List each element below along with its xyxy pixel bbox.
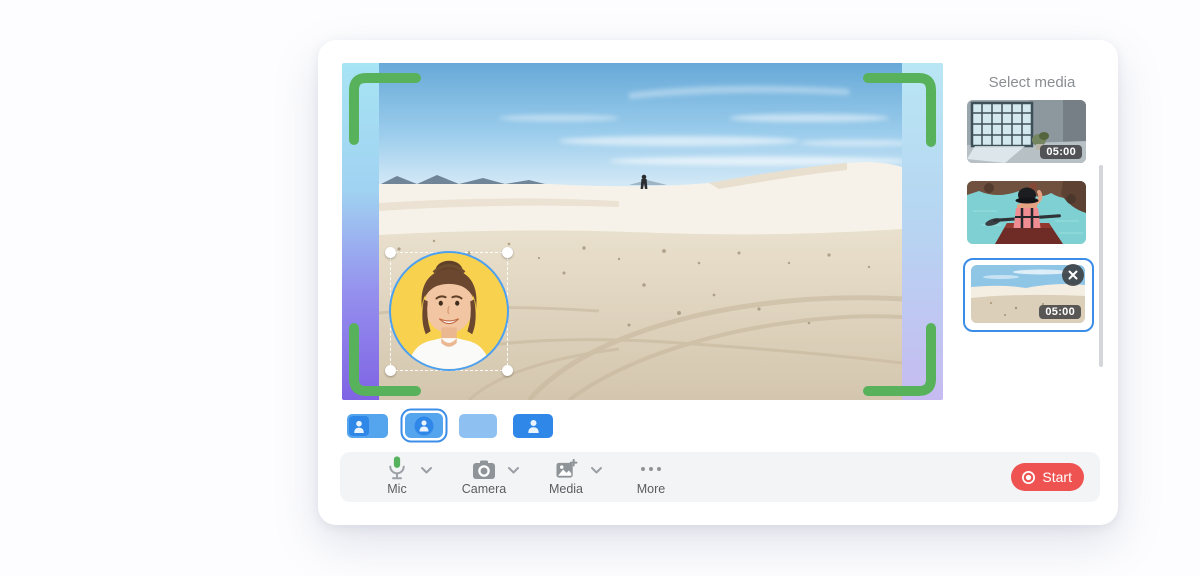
media-thumbnail-kayak[interactable] (967, 181, 1086, 244)
close-icon (1068, 270, 1078, 280)
media-panel-title: Select media (952, 74, 1112, 91)
layout-camera-corner-circle[interactable] (405, 413, 443, 438)
mic-label: Mic (387, 482, 406, 496)
media-dropdown-chevron-icon[interactable] (588, 463, 604, 477)
add-media-icon (555, 458, 578, 480)
layout-screen-only[interactable] (459, 414, 497, 438)
duration-badge: 05:00 (1039, 305, 1081, 319)
sidebar-scrollbar[interactable] (1099, 165, 1103, 367)
resize-handle-bottom-right[interactable] (502, 365, 513, 376)
gradient-backdrop-right (902, 63, 943, 400)
preview-canvas (342, 63, 943, 400)
microphone-icon (386, 458, 408, 480)
layout-camera-corner-square[interactable] (347, 414, 388, 438)
resize-handle-top-left[interactable] (385, 247, 396, 258)
resize-handle-top-right[interactable] (502, 247, 513, 258)
recorder-window: Select media (318, 40, 1118, 525)
camera-label: Camera (462, 482, 506, 496)
remove-media-button[interactable] (1062, 264, 1084, 286)
media-label: Media (549, 482, 583, 496)
media-panel: Select media (952, 63, 1112, 451)
camera-dropdown-chevron-icon[interactable] (505, 463, 521, 477)
ellipsis-icon (639, 458, 663, 480)
duration-badge: 05:00 (1040, 145, 1082, 159)
resize-handle-bottom-left[interactable] (385, 365, 396, 376)
record-icon (1021, 470, 1036, 485)
person-circle-icon (415, 416, 434, 435)
person-icon (527, 419, 540, 433)
media-thumbnail-loft[interactable]: 05:00 (967, 100, 1086, 163)
control-toolbar: Mic Camera (340, 452, 1100, 502)
page-background: Select media (0, 0, 1200, 576)
camera-bubble[interactable] (389, 251, 509, 371)
start-label: Start (1042, 469, 1072, 485)
more-button[interactable]: More (619, 458, 683, 496)
media-thumbnail-desert-selected[interactable]: 05:00 (963, 258, 1094, 332)
start-recording-button[interactable]: Start (1011, 463, 1084, 491)
mic-dropdown-chevron-icon[interactable] (418, 463, 434, 477)
more-label: More (637, 482, 665, 496)
person-square-icon (349, 416, 369, 436)
layout-camera-only[interactable] (513, 414, 553, 438)
gradient-backdrop-left (342, 63, 379, 400)
camera-icon (472, 458, 496, 480)
